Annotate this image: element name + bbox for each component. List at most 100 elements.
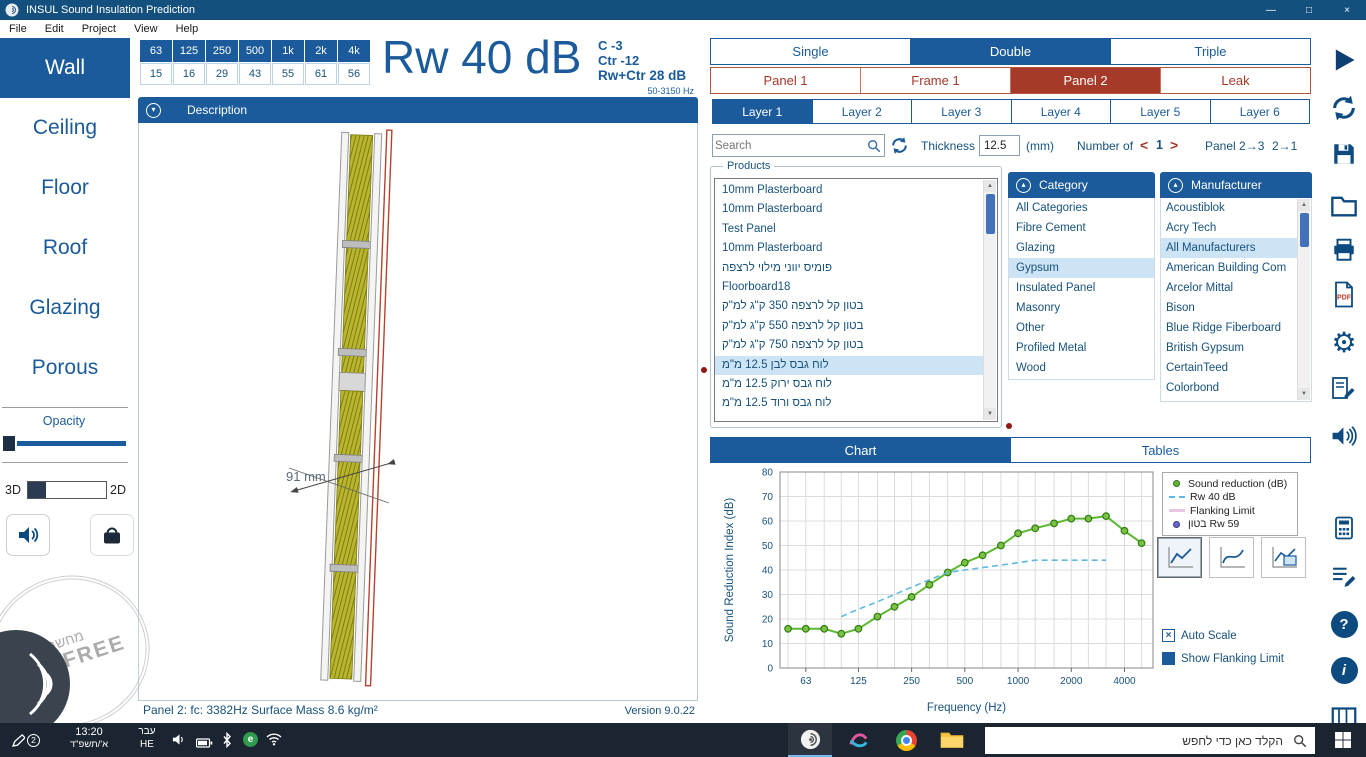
taskbar-clock[interactable]: 13:20 א'/תשפ"ד [46,726,132,750]
refresh-products-button[interactable] [889,135,910,156]
layer-tab[interactable]: Layer 6 [1211,100,1310,123]
product-item[interactable]: לוח גבס ורוד 12.5 מ"מ [715,394,983,413]
settings-button[interactable]: ⚙ [1324,322,1364,362]
layer-tab[interactable]: Layer 4 [1012,100,1112,123]
info-button[interactable]: i [1324,650,1364,690]
scroll-thumb[interactable] [986,194,995,234]
manufacturer-item[interactable]: All Manufacturers [1161,238,1298,258]
show-flanking-checkbox[interactable] [1162,652,1175,665]
category-item[interactable]: Insulated Panel [1009,278,1154,298]
construction-tab[interactable]: Double [911,39,1111,64]
description-header[interactable]: ▾ Description [138,97,698,123]
show-flanking-option[interactable]: Show Flanking Limit [1162,652,1284,665]
layer-tab[interactable]: Layer 5 [1111,100,1211,123]
product-item[interactable]: Floorboard18 [715,278,983,297]
manufacturer-item[interactable]: Blue Ridge Fiberboard [1161,318,1298,338]
auto-scale-checkbox[interactable]: × [1162,629,1175,642]
open-file-button[interactable] [1324,186,1364,226]
start-button[interactable] [1320,723,1366,757]
netfree-tray-icon[interactable]: e [243,732,258,747]
number-decrement-button[interactable]: < [1140,137,1148,153]
product-item[interactable]: 10mm Plasterboard [715,239,983,258]
collapse-chevron-icon[interactable]: ▾ [146,103,161,118]
sidebar-item[interactable]: Glazing [0,278,130,338]
export-pdf-button[interactable]: PDF [1324,274,1364,314]
product-item[interactable]: לוח גבס לבן 12.5 מ"מ [715,356,983,375]
menu-item[interactable]: Project [73,23,125,35]
materials-bag-button[interactable] [90,514,134,556]
battery-tray-icon[interactable] [196,735,213,753]
output-tab[interactable]: Chart [711,438,1011,462]
sidebar-item[interactable]: Ceiling [0,98,130,158]
panel-tab[interactable]: Panel 2 [1011,68,1161,93]
language-indicator[interactable]: עבר HE [133,726,161,750]
taskbar-app-2[interactable] [836,723,880,757]
manufacturer-item[interactable]: Bison [1161,298,1298,318]
manufacturer-header[interactable]: ▴ Manufacturer [1160,172,1312,198]
taskbar-search-input[interactable] [985,727,1289,754]
scroll-up-arrow[interactable]: ▲ [1298,199,1310,211]
report-button[interactable] [1324,368,1364,408]
manufacturer-item[interactable]: Arcelor Mittal [1161,278,1298,298]
audition-button[interactable] [6,514,50,556]
maximize-button[interactable]: □ [1290,0,1328,20]
product-item[interactable]: Test Panel [715,220,983,239]
close-button[interactable]: × [1328,0,1366,20]
manufacturer-item[interactable]: Colorbond [1161,378,1298,398]
collapse-icon[interactable]: ▴ [1016,178,1031,193]
chart-type-spline-button[interactable] [1209,537,1254,578]
thickness-input[interactable] [979,135,1020,156]
taskbar-insul-app[interactable] [788,723,832,757]
scroll-up-arrow[interactable]: ▲ [984,180,996,192]
menu-item[interactable]: File [0,23,36,35]
copy-panel-2-3-button[interactable]: Panel 2→3 [1205,139,1264,153]
product-item[interactable]: 10mm Plasterboard [715,200,983,219]
menu-item[interactable]: Help [167,23,208,35]
output-tab[interactable]: Tables [1011,438,1310,462]
manufacturer-item[interactable]: Acoustiblok [1161,198,1298,218]
category-item[interactable]: Masonry [1009,298,1154,318]
product-search-input[interactable] [715,136,861,155]
sidebar-item[interactable]: Wall [0,38,130,98]
minimize-button[interactable]: — [1252,0,1290,20]
opacity-slider-track[interactable] [17,441,126,446]
panel-tab[interactable]: Panel 1 [711,68,861,93]
products-scrollbar[interactable]: ▲ ▼ [983,180,996,420]
auto-scale-option[interactable]: × Auto Scale [1162,629,1237,642]
sidebar-item[interactable]: Porous [0,338,130,398]
notes-button[interactable] [1324,556,1364,596]
construction-tab[interactable]: Single [711,39,911,64]
scroll-thumb[interactable] [1300,213,1309,247]
bluetooth-tray-icon[interactable] [222,732,232,753]
menu-item[interactable]: View [125,23,167,35]
manufacturer-item[interactable]: Acry Tech [1161,218,1298,238]
category-item[interactable]: Glazing [1009,238,1154,258]
category-item[interactable]: Fibre Cement [1009,218,1154,238]
acoustics-button[interactable] [1324,416,1364,456]
wifi-tray-icon[interactable] [266,733,282,751]
calculator-button[interactable] [1324,508,1364,548]
chart-type-line-button[interactable] [1157,537,1202,578]
manufacturer-item[interactable]: British Gypsum [1161,338,1298,358]
panel-tab[interactable]: Leak [1161,68,1310,93]
product-item[interactable]: בטון קל לרצפה 350 ק"ג למ"ק [715,297,983,316]
copy-panel-2-1-button[interactable]: 2→1 [1272,139,1297,153]
manufacturer-item[interactable]: American Building Com [1161,258,1298,278]
construction-tab[interactable]: Triple [1111,39,1310,64]
taskbar-explorer[interactable] [930,723,974,757]
category-item[interactable]: Wood [1009,358,1154,378]
layer-tab[interactable]: Layer 3 [912,100,1012,123]
category-item[interactable]: All Categories [1009,198,1154,218]
sidebar-item[interactable]: Floor [0,158,130,218]
scroll-down-arrow[interactable]: ▼ [984,408,996,420]
product-item[interactable]: לוח גבס ירוק 12.5 מ"מ [715,375,983,394]
collapse-icon[interactable]: ▴ [1168,178,1183,193]
scroll-down-arrow[interactable]: ▼ [1298,388,1310,400]
ink-badge-icon[interactable]: 2 [12,729,42,751]
play-button[interactable] [1324,40,1364,80]
save-button[interactable] [1324,134,1364,174]
product-item[interactable]: פומיס יווני מילוי לרצפה [715,259,983,278]
number-increment-button[interactable]: > [1170,137,1178,153]
layer-tab[interactable]: Layer 1 [713,100,813,123]
chart-export-image-button[interactable] [1261,537,1306,578]
